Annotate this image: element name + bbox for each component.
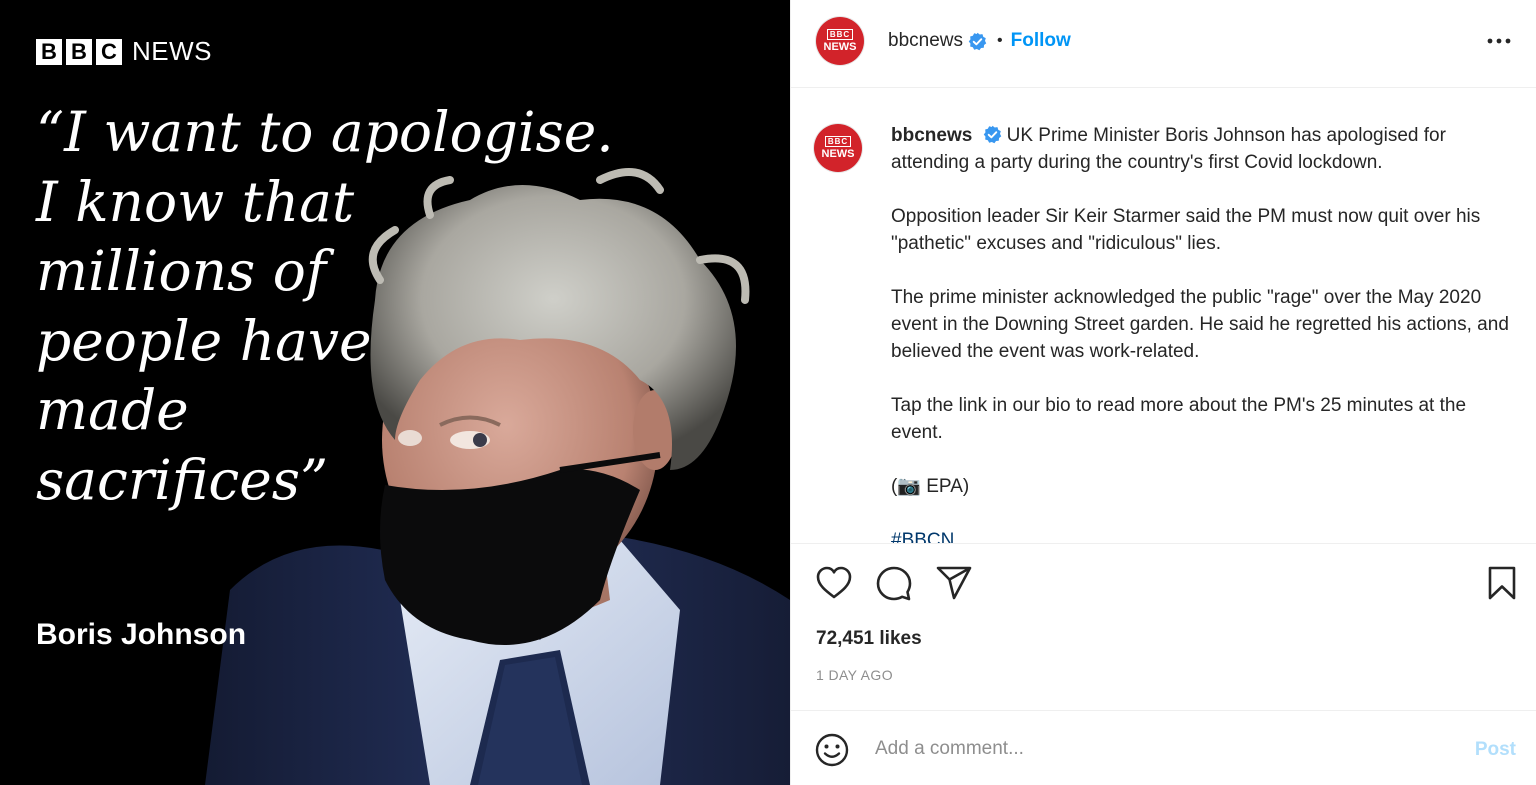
comment-icon[interactable] (876, 566, 912, 607)
post-timestamp[interactable]: 1 DAY AGO (816, 667, 893, 683)
post-sidebar: BBC NEWS bbcnews • Follow BBC NEWS bbcne… (790, 0, 1536, 785)
share-icon[interactable] (936, 566, 972, 605)
logo-letter: B (66, 38, 92, 65)
quote-text: “I want to apologise. I know that millio… (36, 98, 636, 515)
quote-line: millions of (36, 239, 327, 303)
emoji-icon[interactable] (815, 733, 849, 772)
quote-line: “I want to apologise. (36, 100, 614, 164)
quote-line: sacrifices” (36, 447, 329, 512)
caption-paragraph-text: UK Prime Minister Boris Johnson has apol… (891, 125, 1446, 173)
post-header: BBC NEWS bbcnews • Follow (791, 0, 1536, 88)
likes-count[interactable]: 72,451 likes (816, 628, 922, 650)
photo-credit: (📷 EPA) (891, 476, 970, 497)
quote-line: made (36, 378, 189, 442)
username-link[interactable]: bbcnews (888, 30, 963, 52)
verified-badge-icon (983, 125, 1002, 144)
post-image[interactable]: B B C NEWS “I want to apologise. I know … (0, 0, 790, 785)
caption-paragraph: Tap the link in our bio to read more abo… (891, 395, 1467, 443)
logo-news-text: NEWS (132, 36, 212, 66)
separator-dot: • (997, 32, 1003, 49)
caption-paragraph: bbcnews UK Prime Minister Boris Johnson … (891, 122, 1521, 176)
bbc-news-logo: B B C NEWS (36, 36, 212, 67)
avatar-bbc-text: BBC (824, 136, 852, 147)
logo-letter: B (36, 38, 62, 65)
logo-letter: C (96, 38, 122, 65)
avatar-news-text: NEWS (823, 41, 857, 53)
avatar-bbc-text: BBC (826, 29, 854, 40)
caption-paragraph: Opposition leader Sir Keir Starmer said … (891, 206, 1481, 254)
quote-attribution: Boris Johnson (36, 618, 247, 651)
comment-bar: Post (791, 710, 1536, 785)
caption-text: bbcnews UK Prime Minister Boris Johnson … (891, 122, 1521, 543)
bookmark-icon[interactable] (1487, 566, 1517, 605)
header-user-info: bbcnews • Follow (888, 26, 1071, 56)
verified-badge-icon (968, 32, 987, 51)
quote-line: people have (36, 308, 372, 373)
avatar[interactable]: BBC NEWS (816, 17, 864, 65)
more-options-icon[interactable] (1484, 26, 1514, 56)
quote-line: I know that (36, 169, 355, 234)
follow-button[interactable]: Follow (1011, 30, 1071, 52)
caption-avatar[interactable]: BBC NEWS (814, 124, 862, 172)
action-bar (791, 544, 1536, 624)
heart-icon[interactable] (816, 566, 852, 605)
comment-input[interactable] (875, 735, 1435, 763)
caption-paragraph: The prime minister acknowledged the publ… (891, 287, 1509, 362)
caption-scroll-area[interactable]: BBC NEWS bbcnews UK Prime Minister Boris… (791, 88, 1536, 544)
hashtag-link[interactable]: #BBCN (891, 530, 954, 543)
caption-username-link[interactable]: bbcnews (891, 125, 972, 146)
avatar-news-text: NEWS (821, 148, 855, 160)
post-comment-button[interactable]: Post (1475, 739, 1516, 761)
